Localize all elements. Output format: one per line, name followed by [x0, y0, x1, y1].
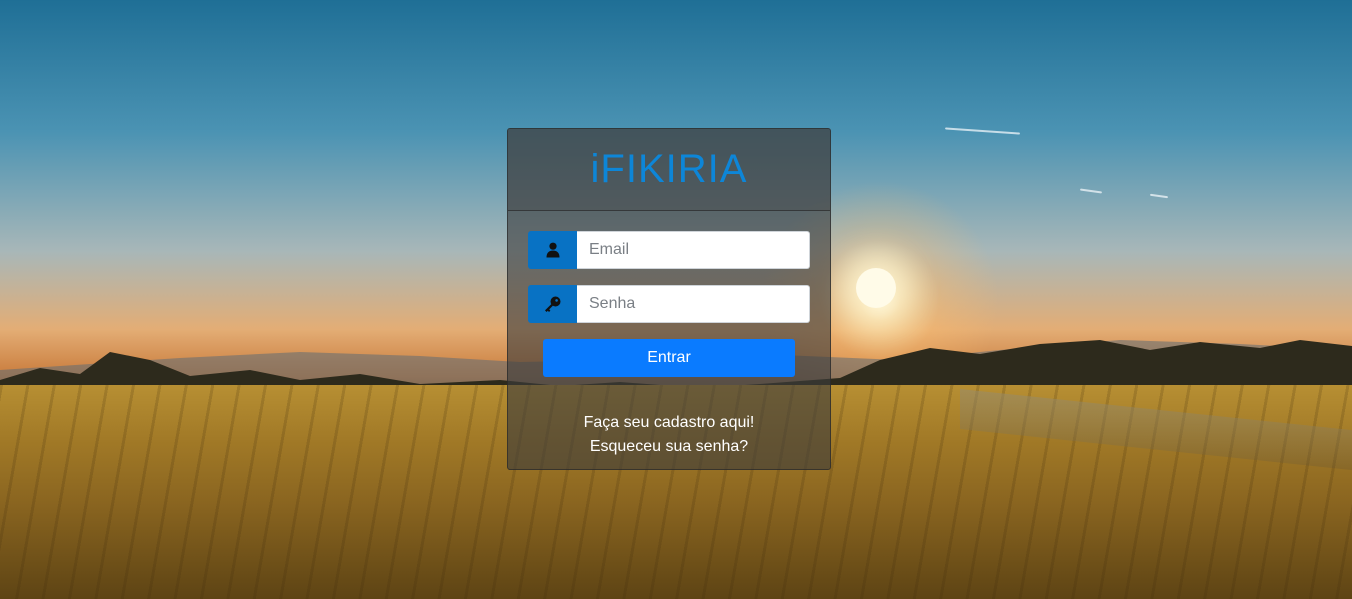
- login-button[interactable]: Entrar: [543, 339, 795, 377]
- email-input[interactable]: [577, 231, 810, 269]
- login-card: iFIKIRIA Email Entrar Faça seu cadastro …: [507, 128, 831, 470]
- register-link[interactable]: Faça seu cadastro aqui!: [528, 411, 810, 435]
- contrail: [945, 127, 1020, 135]
- email-addon: [528, 231, 577, 269]
- background-landscape: iFIKIRIA Email Entrar Faça seu cadastro …: [0, 0, 1352, 599]
- password-addon: [528, 285, 577, 323]
- user-icon: [546, 242, 559, 258]
- login-links: Faça seu cadastro aqui! Esqueceu sua sen…: [528, 411, 810, 459]
- login-card-header: iFIKIRIA: [508, 129, 830, 211]
- key-icon: [545, 296, 561, 312]
- contrail: [1149, 193, 1169, 199]
- sun: [856, 268, 896, 308]
- password-input-group: [528, 285, 810, 323]
- login-form: Entrar Faça seu cadastro aqui! Esqueceu …: [508, 211, 830, 459]
- contrail: [1079, 188, 1103, 194]
- forgot-password-link[interactable]: Esqueceu sua senha?: [528, 435, 810, 459]
- email-input-group: [528, 231, 810, 269]
- password-input[interactable]: [577, 285, 810, 323]
- brand-title: iFIKIRIA: [590, 147, 748, 191]
